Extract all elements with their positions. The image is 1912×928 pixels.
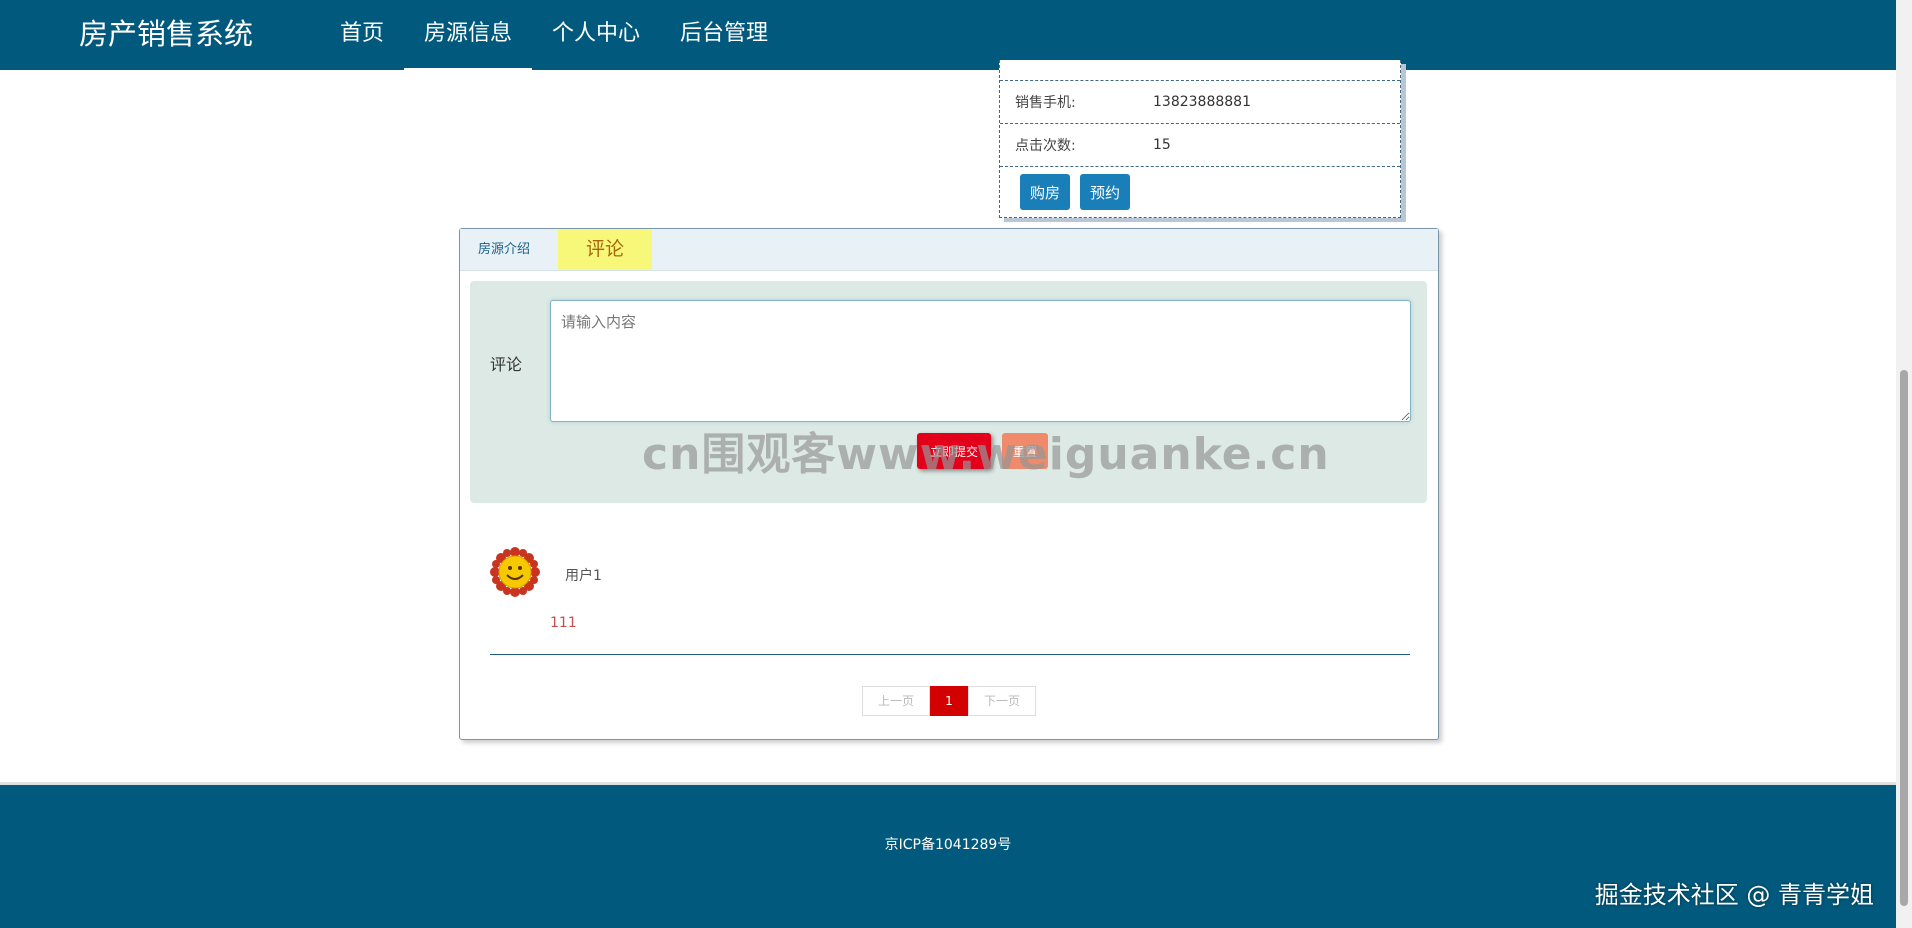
info-row-phone: 销售手机: 13823888881 (1000, 80, 1400, 123)
top-nav: 房产销售系统 首页 房源信息 个人中心 后台管理 (0, 0, 1896, 70)
buy-button[interactable]: 购房 (1020, 174, 1071, 210)
phone-value: 13823888881 (1153, 94, 1251, 110)
detail-tabs-panel: 房源介绍 评论 评论 立即提交 重置 cn围观客www.weiguanke.cn (459, 228, 1439, 740)
comment-divider (490, 654, 1410, 655)
sunflower-avatar-icon (490, 547, 540, 597)
clicks-value: 15 (1153, 137, 1171, 153)
nav-item-admin[interactable]: 后台管理 (660, 0, 788, 70)
nav-item-houses[interactable]: 房源信息 (404, 0, 533, 70)
current-page-button[interactable]: 1 (930, 686, 968, 716)
house-actions: 购房 预约 (1000, 166, 1400, 217)
next-page-button[interactable]: 下一页 (968, 686, 1036, 716)
prev-page-button[interactable]: 上一页 (862, 686, 930, 716)
reserve-button[interactable]: 预约 (1080, 174, 1131, 210)
tab-house-intro[interactable]: 房源介绍 (478, 229, 530, 270)
nav-links: 首页 房源信息 个人中心 后台管理 (320, 0, 788, 70)
scrollbar-thumb[interactable] (1900, 370, 1908, 906)
clicks-label: 点击次数: (1015, 138, 1076, 154)
phone-label: 销售手机: (1015, 95, 1076, 111)
nav-item-home[interactable]: 首页 (320, 0, 404, 70)
reset-button[interactable]: 重置 (1002, 433, 1048, 469)
brand-title[interactable]: 房产销售系统 (79, 14, 253, 54)
info-row-cutoff (1000, 60, 1400, 80)
comment-input[interactable] (550, 300, 1411, 422)
credit-watermark: 掘金技术社区 @ 青青学姐 (1594, 881, 1874, 909)
tab-bar: 房源介绍 评论 (460, 229, 1438, 271)
pagination: 上一页 1 下一页 (862, 686, 1036, 716)
info-row-clicks: 点击次数: 15 (1000, 123, 1400, 166)
tab-comments[interactable]: 评论 (558, 229, 652, 270)
submit-button[interactable]: 立即提交 (917, 433, 991, 469)
page-scrollbar[interactable] (1896, 0, 1912, 928)
footer: 京ICP备1041289号 掘金技术社区 @ 青青学姐 (0, 782, 1896, 928)
nav-item-profile[interactable]: 个人中心 (532, 0, 660, 70)
house-info-table: 销售手机: 13823888881 点击次数: 15 购房 预约 (999, 60, 1401, 218)
comment-username: 用户1 (565, 568, 602, 584)
comment-form-label: 评论 (490, 355, 523, 374)
comment-content: 111 (550, 615, 577, 631)
comment-form: 评论 立即提交 重置 cn围观客www.weiguanke.cn (470, 281, 1427, 503)
icp-text: 京ICP备1041289号 (884, 837, 1012, 853)
